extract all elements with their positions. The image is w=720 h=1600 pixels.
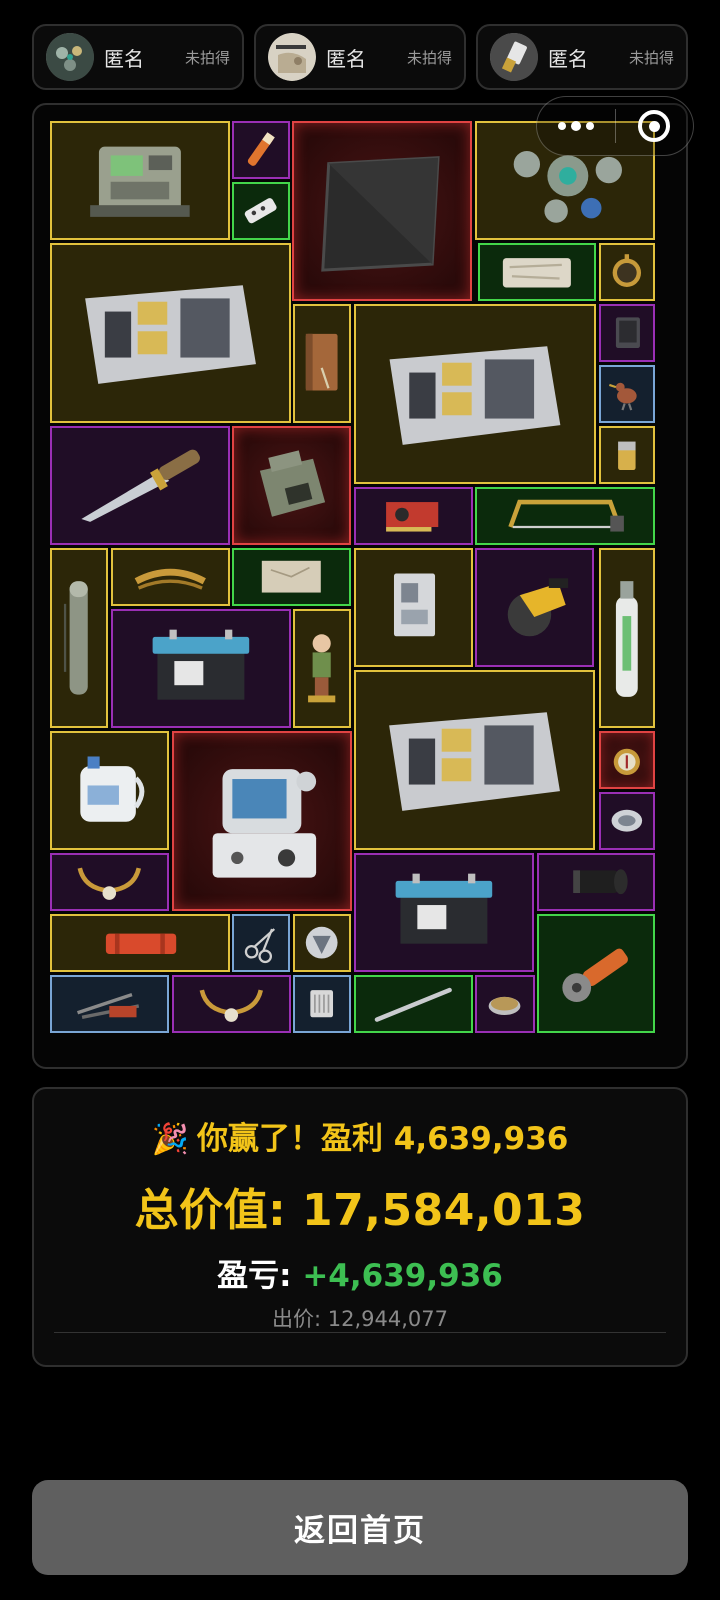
win-message: 🎉 你赢了！盈利 4,639,936 — [34, 1113, 686, 1158]
camera-lens-icon[interactable] — [537, 853, 655, 911]
win-text: 你赢了！盈利 4,639,936 — [197, 1121, 569, 1157]
bidder-card: 匿名 未拍得 — [32, 24, 244, 90]
medical-monitor-icon[interactable] — [172, 731, 352, 911]
total-value: 总价值: 17,584,013 — [34, 1174, 686, 1238]
tablet-icon[interactable] — [599, 304, 655, 362]
cloth-map-icon[interactable] — [478, 243, 596, 301]
lighter-icon[interactable] — [599, 426, 655, 484]
id-document-icon[interactable] — [354, 548, 473, 667]
graphics-card-icon[interactable] — [354, 487, 473, 545]
horned-necklace-icon[interactable] — [172, 975, 291, 1033]
painting-avatar-icon — [268, 33, 316, 81]
bidder-card: 匿名 未拍得 — [476, 24, 688, 90]
bidder-card: 匿名 未拍得 — [254, 24, 466, 90]
car-battery-icon[interactable] — [111, 609, 291, 728]
more-dots-icon[interactable] — [537, 121, 615, 131]
bidder-status: 未拍得 — [184, 48, 230, 67]
usb-drive-avatar-icon — [490, 33, 538, 81]
profit-loss: 盈亏: +4,639,936 — [34, 1250, 686, 1295]
back-home-button[interactable]: 返回首页 — [32, 1480, 688, 1575]
emblem-coin-icon[interactable] — [293, 914, 351, 972]
server-icon[interactable] — [354, 670, 595, 850]
knife-icon[interactable] — [50, 426, 230, 545]
chemical-jug-icon[interactable] — [50, 731, 169, 850]
server-icon[interactable] — [50, 243, 291, 423]
oxygen-tank-icon[interactable] — [599, 548, 655, 728]
bidder-name: 匿名 — [548, 46, 588, 71]
angle-grinder-icon[interactable] — [537, 914, 655, 1033]
bidder-status: 未拍得 — [628, 48, 674, 67]
result-panel: 🎉 你赢了！盈利 4,639,936 总价值: 17,584,013 盈亏: +4… — [32, 1087, 688, 1367]
horned-necklace-icon[interactable] — [50, 853, 169, 911]
flare-icon[interactable] — [232, 121, 290, 179]
loot-grid — [32, 103, 688, 1069]
profit-loss-amount: +4,639,936 — [302, 1258, 503, 1294]
pocket-watch-icon[interactable] — [599, 243, 655, 301]
tool-kit-icon[interactable] — [50, 975, 169, 1033]
server-icon[interactable] — [354, 304, 596, 484]
scissors-icon[interactable] — [232, 914, 290, 972]
gold-laurel-icon[interactable] — [111, 548, 230, 606]
bidder-status: 未拍得 — [406, 48, 452, 67]
circular-saw-icon[interactable] — [475, 548, 594, 667]
party-popper-icon: 🎉 — [151, 1122, 189, 1157]
bidder-list: 匿名 未拍得 匿名 未拍得 匿名 未拍得 — [32, 24, 688, 90]
bidder-name: 匿名 — [326, 46, 366, 71]
total-amount: 17,584,013 — [302, 1185, 586, 1236]
ornate-brooch-icon[interactable] — [599, 792, 655, 850]
total-label: 总价值: — [134, 1185, 303, 1236]
bird-figurine-icon[interactable] — [599, 365, 655, 423]
old-map-icon[interactable] — [232, 548, 351, 606]
carbon-plate-icon[interactable] — [292, 121, 472, 301]
target-close-icon[interactable] — [616, 110, 694, 142]
tube-case-icon[interactable] — [50, 548, 108, 728]
petri-dish-icon[interactable] — [475, 975, 535, 1033]
hacksaw-icon[interactable] — [475, 487, 655, 545]
metal-rod-icon[interactable] — [354, 975, 473, 1033]
ornament-avatar-icon — [46, 33, 94, 81]
boy-figurine-icon[interactable] — [293, 609, 351, 728]
leather-notebook-icon[interactable] — [293, 304, 351, 423]
miniprogram-capsule — [536, 96, 694, 156]
compass-icon[interactable] — [599, 731, 655, 789]
bidder-name: 匿名 — [104, 46, 144, 71]
profit-loss-label: 盈亏: — [217, 1258, 303, 1294]
field-radio-icon[interactable] — [232, 426, 351, 545]
red-case-icon[interactable] — [50, 914, 230, 972]
power-strip-icon[interactable] — [232, 182, 290, 240]
filter-cartridge-icon[interactable] — [293, 975, 351, 1033]
car-battery-icon[interactable] — [354, 853, 534, 972]
radio-station-icon[interactable] — [50, 121, 230, 240]
divider — [54, 1332, 666, 1333]
bid-price: 出价: 12,944,077 — [272, 1307, 448, 1331]
